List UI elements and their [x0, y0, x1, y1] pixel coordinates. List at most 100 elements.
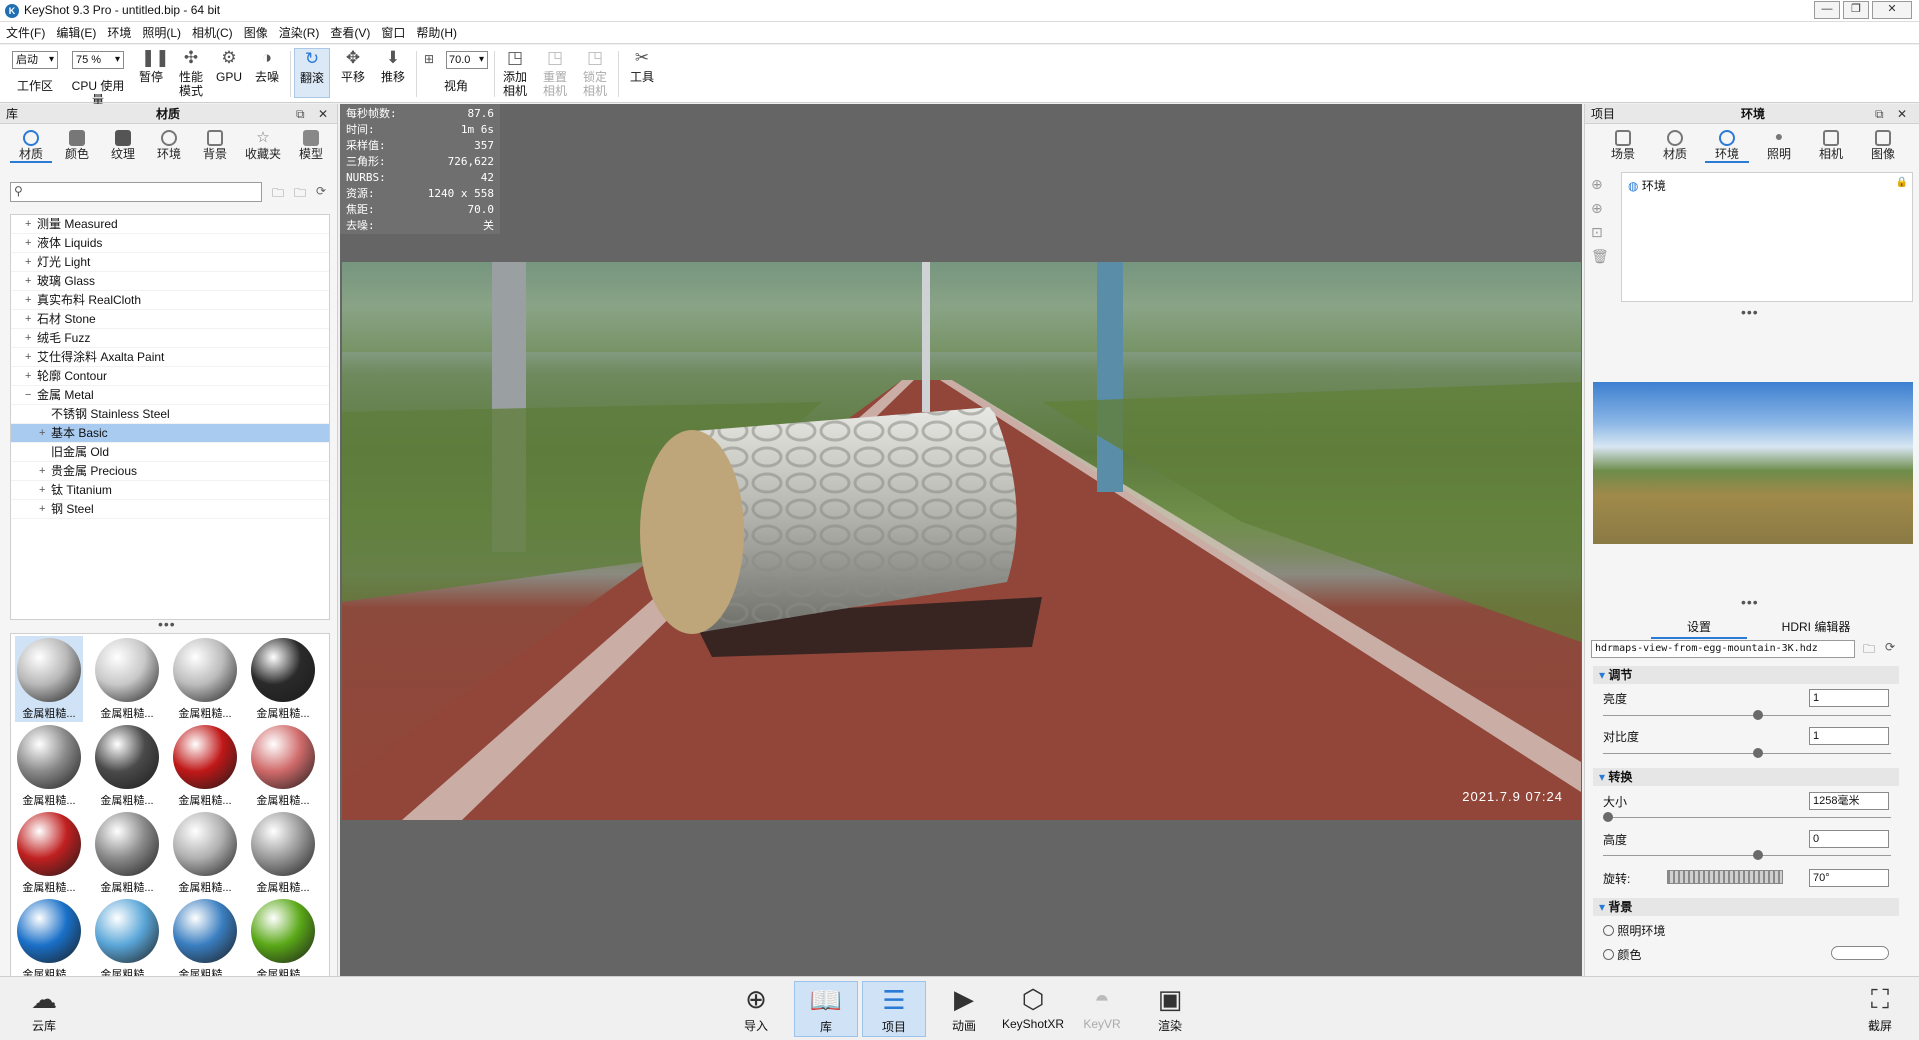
material-thumbnail[interactable]: 金属粗糙...	[249, 723, 317, 809]
float-panel-icon[interactable]: ⧉	[1875, 104, 1884, 124]
edit-environment-icon[interactable]: ⊡	[1591, 224, 1603, 241]
expand-icon[interactable]: +	[25, 329, 31, 348]
add-environment-icon[interactable]: ⊕	[1591, 176, 1603, 193]
section-transform[interactable]: ▾ 转换	[1593, 768, 1899, 786]
tree-item[interactable]: + 钛 Titanium	[11, 481, 329, 500]
menu-file[interactable]: 文件(F)	[6, 24, 45, 41]
slider-knob[interactable]	[1753, 748, 1763, 758]
expand-icon[interactable]: +	[25, 310, 31, 329]
close-panel-icon[interactable]: ✕	[318, 104, 328, 124]
close-button[interactable]: ✕	[1872, 1, 1912, 19]
bg-option-lighting-environment[interactable]: 照明环境	[1603, 922, 1665, 939]
library-button[interactable]: 📖 库	[794, 981, 858, 1037]
menu-environment[interactable]: 环境	[107, 24, 131, 41]
performance-mode-button[interactable]: ✣ 性能 模式	[174, 48, 208, 98]
rotation-input[interactable]: 70°	[1809, 869, 1889, 887]
float-panel-icon[interactable]: ⧉	[296, 104, 305, 124]
rotation-dial[interactable]	[1667, 870, 1783, 884]
menu-window[interactable]: 窗口	[381, 24, 405, 41]
delete-icon[interactable]: 🗑	[1591, 248, 1609, 265]
expand-icon[interactable]: +	[25, 253, 31, 272]
background-color-swatch[interactable]	[1831, 946, 1889, 960]
hdri-file-field[interactable]: hdrmaps-view-from-egg-mountain-3K.hdz	[1591, 640, 1855, 658]
tab-favorites[interactable]: ☆ 收藏夹	[240, 130, 286, 163]
menu-image[interactable]: 图像	[244, 24, 268, 41]
material-thumbnail[interactable]: 金属粗糙...	[15, 897, 83, 983]
open-file-icon[interactable]: 🗀	[1863, 640, 1875, 661]
tree-item[interactable]: + 石材 Stone	[11, 310, 329, 329]
size-input[interactable]: 1258毫米	[1809, 792, 1889, 810]
tree-item[interactable]: + 玻璃 Glass	[11, 272, 329, 291]
brightness-input[interactable]: 1	[1809, 689, 1889, 707]
animation-button[interactable]: ▶ 动画	[932, 981, 996, 1037]
menu-camera[interactable]: 相机(C)	[192, 24, 233, 41]
material-thumbnail[interactable]: 金属粗糙...	[249, 897, 317, 983]
tree-item[interactable]: + 真实布料 RealCloth	[11, 291, 329, 310]
restore-button[interactable]: ❐	[1843, 1, 1869, 19]
tab-camera[interactable]: 相机	[1809, 130, 1853, 163]
material-thumbnail[interactable]: 金属粗糙...	[93, 636, 161, 722]
splitter-dots[interactable]: •••	[1741, 594, 1759, 610]
keyvr-button[interactable]: ◓ KeyVR	[1070, 981, 1134, 1037]
material-thumbnail[interactable]: 金属粗糙...	[171, 636, 239, 722]
tab-textures[interactable]: 纹理	[102, 130, 144, 163]
gpu-button[interactable]: ⚙ GPU	[214, 48, 244, 84]
contrast-input[interactable]: 1	[1809, 727, 1889, 745]
tree-item[interactable]: + 液体 Liquids	[11, 234, 329, 253]
tab-environment[interactable]: 环境	[1705, 130, 1749, 163]
tree-item[interactable]: + 测量 Measured	[11, 215, 329, 234]
refresh-icon[interactable]: ⟳	[316, 184, 326, 198]
material-thumbnail[interactable]: 金属粗糙...	[15, 810, 83, 896]
library-search-input[interactable]: ⚲	[10, 182, 262, 202]
tab-materials[interactable]: 材质	[10, 130, 52, 163]
expand-icon[interactable]: +	[25, 291, 31, 310]
material-thumbnail[interactable]: 金属粗糙...	[249, 810, 317, 896]
expand-icon[interactable]: +	[39, 481, 45, 500]
reload-icon[interactable]: ⟳	[1885, 640, 1895, 654]
expand-icon[interactable]: +	[25, 348, 31, 367]
tools-button[interactable]: ✂ 工具	[624, 48, 660, 84]
cpu-usage-select[interactable]: 75 %	[72, 51, 124, 69]
menu-help[interactable]: 帮助(H)	[416, 24, 457, 41]
material-thumbnail[interactable]: 金属粗糙...	[171, 723, 239, 809]
material-thumbnail[interactable]: 金属粗糙...	[171, 810, 239, 896]
tab-backgrounds[interactable]: 背景	[194, 130, 236, 163]
workspace-select[interactable]: 启动	[12, 51, 58, 69]
tab-lighting[interactable]: ● 照明	[1757, 129, 1801, 163]
height-slider[interactable]	[1603, 850, 1891, 860]
tree-item[interactable]: + 绒毛 Fuzz	[11, 329, 329, 348]
render-viewport[interactable]: 每秒帧数: 87.6 时间: 1m 6s 采样值: 357 三角形: 726,622 NURBS…	[340, 104, 1582, 976]
tumble-button[interactable]: ↻ 翻滚	[294, 48, 330, 98]
tab-image[interactable]: 图像	[1861, 130, 1905, 163]
keyshotxr-button[interactable]: ⬡ KeyShotXR	[998, 981, 1068, 1037]
new-folder-icon[interactable]: 🗀	[294, 184, 306, 205]
lock-camera-button[interactable]: ◳ 锁定 相机	[578, 48, 612, 98]
bg-option-color[interactable]: 颜色	[1603, 946, 1641, 963]
expand-icon[interactable]: +	[25, 272, 31, 291]
section-adjust[interactable]: ▾ 调节	[1593, 666, 1899, 684]
hdri-preview[interactable]	[1593, 382, 1913, 544]
import-button[interactable]: ⊕ 导入	[724, 981, 788, 1037]
render-image[interactable]: 2021.7.9 07:24	[342, 262, 1581, 820]
material-thumbnail[interactable]: 金属粗糙...	[15, 723, 83, 809]
lock-icon[interactable]: 🔒	[1896, 177, 1908, 188]
size-slider[interactable]	[1603, 812, 1891, 822]
material-thumbnail[interactable]: 金属粗糙...	[15, 636, 83, 722]
section-background[interactable]: ▾ 背景	[1593, 898, 1899, 916]
expand-icon[interactable]: +	[39, 424, 45, 443]
material-thumbnail[interactable]: 金属粗糙...	[93, 723, 161, 809]
duplicate-environment-icon[interactable]: ⊕	[1591, 200, 1603, 217]
close-panel-icon[interactable]: ✕	[1897, 104, 1907, 124]
tree-item[interactable]: + 轮廓 Contour	[11, 367, 329, 386]
material-thumbnail[interactable]: 金属粗糙...	[93, 810, 161, 896]
minimize-button[interactable]: —	[1814, 1, 1840, 19]
reset-camera-button[interactable]: ◳ 重置 相机	[538, 48, 572, 98]
tree-item[interactable]: 不锈钢 Stainless Steel	[11, 405, 329, 424]
splitter-dots[interactable]: •••	[1741, 304, 1759, 320]
expand-icon[interactable]: +	[39, 462, 45, 481]
cloud-library-button[interactable]: ☁ 云库	[12, 981, 76, 1037]
tree-item[interactable]: 旧金属 Old	[11, 443, 329, 462]
expand-icon[interactable]: +	[25, 234, 31, 253]
slider-knob[interactable]	[1603, 812, 1613, 822]
height-input[interactable]: 0	[1809, 830, 1889, 848]
